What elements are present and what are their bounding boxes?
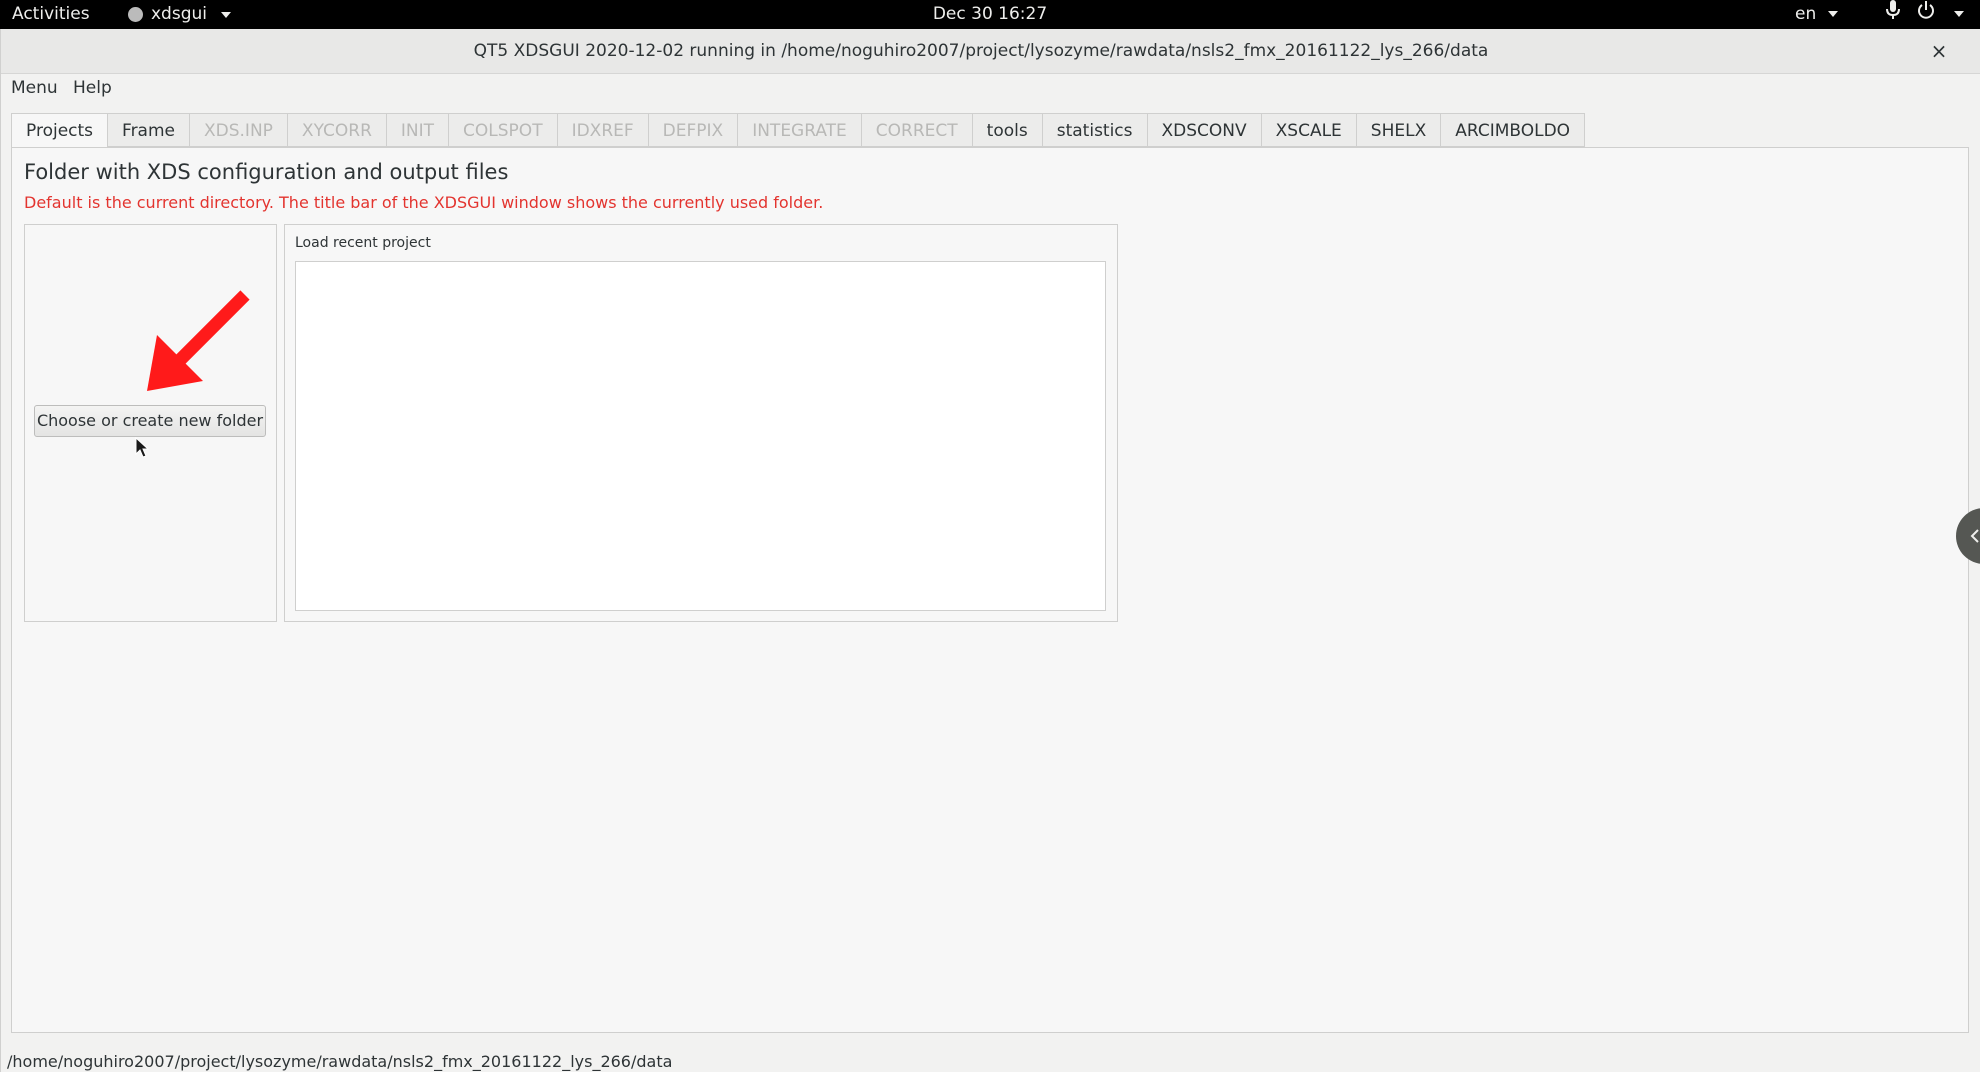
app-dot-icon xyxy=(128,7,143,22)
window-title: QT5 XDSGUI 2020-12-02 running in /home/n… xyxy=(473,41,1489,61)
tab-xdsconv[interactable]: XDSCONV xyxy=(1146,113,1261,147)
recent-project-group: Load recent project xyxy=(284,224,1118,622)
tab-colspot[interactable]: COLSPOT xyxy=(448,113,557,147)
chevron-down-icon xyxy=(1954,11,1964,17)
red-arrow-annotation xyxy=(147,290,250,391)
tab-frame[interactable]: Frame xyxy=(107,113,189,147)
mouse-cursor-icon xyxy=(135,437,149,458)
tab-statistics[interactable]: statistics xyxy=(1041,113,1147,147)
clock-container: Dec 30 16:27 xyxy=(0,0,1980,29)
chevron-down-icon xyxy=(221,11,231,18)
language-indicator[interactable]: en xyxy=(1795,0,1838,29)
tab-correct[interactable]: CORRECT xyxy=(860,113,972,147)
tab-idxref[interactable]: IDXREF xyxy=(556,113,648,147)
tab-bar: Projects Frame XDS.INP XYCORR INIT COLSP… xyxy=(11,113,1586,148)
tab-init[interactable]: INIT xyxy=(385,113,449,147)
tab-defpix[interactable]: DEFPIX xyxy=(647,113,738,147)
app-window: QT5 XDSGUI 2020-12-02 running in /home/n… xyxy=(0,29,1980,1072)
tab-projects[interactable]: Projects xyxy=(11,113,108,148)
tab-arcimboldo[interactable]: ARCIMBOLDO xyxy=(1440,113,1586,147)
system-top-bar: Activities xdsgui Dec 30 16:27 en xyxy=(0,0,1980,29)
language-label: en xyxy=(1795,4,1817,24)
clock[interactable]: Dec 30 16:27 xyxy=(933,4,1047,24)
power-icon[interactable] xyxy=(1916,0,1936,29)
projects-panel: Folder with XDS configuration and output… xyxy=(11,147,1969,1033)
app-menu-label: xdsgui xyxy=(151,4,207,24)
tab-tools[interactable]: tools xyxy=(971,113,1042,147)
folder-hint: Default is the current directory. The ti… xyxy=(24,193,824,212)
activities-button[interactable]: Activities xyxy=(12,0,90,29)
menu-menu[interactable]: Menu xyxy=(11,77,58,99)
menubar: Menu Help xyxy=(1,73,1980,103)
microphone-icon[interactable] xyxy=(1886,0,1900,29)
folder-chooser-box: Choose or create new folder xyxy=(24,224,277,622)
window-titlebar[interactable]: QT5 XDSGUI 2020-12-02 running in /home/n… xyxy=(1,29,1980,74)
page-title: Folder with XDS configuration and output… xyxy=(24,160,509,184)
status-path: /home/noguhiro2007/project/lysozyme/rawd… xyxy=(7,1052,673,1071)
close-icon[interactable]: × xyxy=(1927,39,1951,63)
app-menu[interactable]: xdsgui xyxy=(128,0,231,29)
tab-xds-inp[interactable]: XDS.INP xyxy=(189,113,287,147)
menu-help[interactable]: Help xyxy=(73,77,112,99)
tab-integrate[interactable]: INTEGRATE xyxy=(737,113,861,147)
tab-shelx[interactable]: SHELX xyxy=(1355,113,1441,147)
tab-xscale[interactable]: XSCALE xyxy=(1260,113,1356,147)
system-menu-button[interactable] xyxy=(1948,0,1964,29)
chevron-left-icon xyxy=(1970,529,1979,543)
choose-folder-button[interactable]: Choose or create new folder xyxy=(34,405,266,437)
recent-project-label: Load recent project xyxy=(295,235,431,251)
recent-project-list[interactable] xyxy=(295,261,1106,611)
tab-xycorr[interactable]: XYCORR xyxy=(286,113,386,147)
chevron-down-icon xyxy=(1827,11,1838,17)
